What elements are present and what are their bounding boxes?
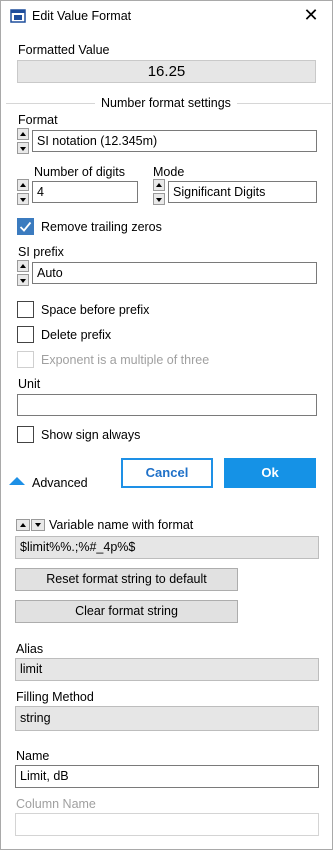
title-bar: Edit Value Format ✕ [1,1,332,31]
clear-format-button[interactable]: Clear format string [15,600,238,623]
remove-trailing-zeros-label: Remove trailing zeros [41,220,162,234]
arrow-down-icon [35,523,41,527]
arrow-up-icon [20,523,26,527]
cancel-button[interactable]: Cancel [121,458,213,488]
si-prefix-up-button[interactable] [17,260,29,272]
variable-format-up-button[interactable] [16,519,30,531]
column-name-field [15,813,319,836]
arrow-down-icon [20,147,26,151]
arrow-down-icon [156,198,162,202]
arrow-up-icon [20,183,26,187]
digits-up-button[interactable] [17,179,29,191]
advanced-toggle[interactable]: Advanced [9,474,104,494]
formatted-value-display: 16.25 [17,60,316,83]
reset-format-button[interactable]: Reset format string to default [15,568,238,591]
format-down-button[interactable] [17,142,29,154]
show-sign-always-label: Show sign always [41,428,141,442]
arrow-down-icon [20,279,26,283]
space-before-prefix-checkbox[interactable] [17,301,34,318]
filling-method-field[interactable]: string [15,706,319,731]
si-prefix-down-button[interactable] [17,274,29,286]
mode-spinner[interactable] [153,179,166,207]
remove-trailing-zeros-checkbox[interactable] [17,218,34,235]
name-field[interactable]: Limit, dB [15,765,319,788]
digits-down-button[interactable] [17,193,29,205]
arrow-up-icon [20,264,26,268]
close-icon[interactable]: ✕ [302,6,320,25]
format-label: Format [18,113,58,127]
si-prefix-label: SI prefix [18,245,64,259]
variable-format-down-button[interactable] [31,519,45,531]
format-up-button[interactable] [17,128,29,140]
mode-field[interactable]: Significant Digits [168,181,317,203]
arrow-up-icon [156,183,162,187]
format-field[interactable]: SI notation (12.345m) [32,130,317,152]
app-icon [10,8,26,24]
mode-down-button[interactable] [153,193,165,205]
delete-prefix-label: Delete prefix [41,328,112,342]
digits-spinner[interactable] [17,179,30,207]
delete-prefix-checkbox[interactable] [17,326,34,343]
unit-field[interactable] [17,394,317,416]
alias-field[interactable]: limit [15,658,319,681]
arrow-up-icon [20,132,26,136]
variable-format-label: Variable name with format [49,518,194,532]
advanced-label: Advanced [32,476,88,490]
format-spinner[interactable] [17,128,30,156]
space-before-prefix-label: Space before prefix [41,303,150,317]
triangle-up-icon [9,477,25,485]
variable-format-field[interactable]: $limit%%.;%#_4p%$ [15,536,319,559]
formatted-value-label: Formatted Value [18,43,110,57]
arrow-down-icon [20,198,26,202]
number-format-section-title: Number format settings [95,96,237,110]
digits-label: Number of digits [34,165,126,179]
name-label: Name [16,749,50,763]
mode-label: Mode [153,165,185,179]
ok-button[interactable]: Ok [224,458,316,488]
filling-method-label: Filling Method [16,690,94,704]
show-sign-always-checkbox[interactable] [17,426,34,443]
si-prefix-spinner[interactable] [17,260,30,288]
edit-value-format-window: Edit Value Format ✕ Formatted Value 16.2… [0,0,333,850]
window-title: Edit Value Format [32,9,132,23]
unit-label: Unit [18,377,41,391]
column-name-label: Column Name [16,797,96,811]
exponent-multiple-three-label: Exponent is a multiple of three [41,353,210,367]
exponent-multiple-three-checkbox [17,351,34,368]
checkmark-icon [19,221,32,232]
si-prefix-field[interactable]: Auto [32,262,317,284]
digits-field[interactable]: 4 [32,181,138,203]
mode-up-button[interactable] [153,179,165,191]
alias-label: Alias [16,642,44,656]
